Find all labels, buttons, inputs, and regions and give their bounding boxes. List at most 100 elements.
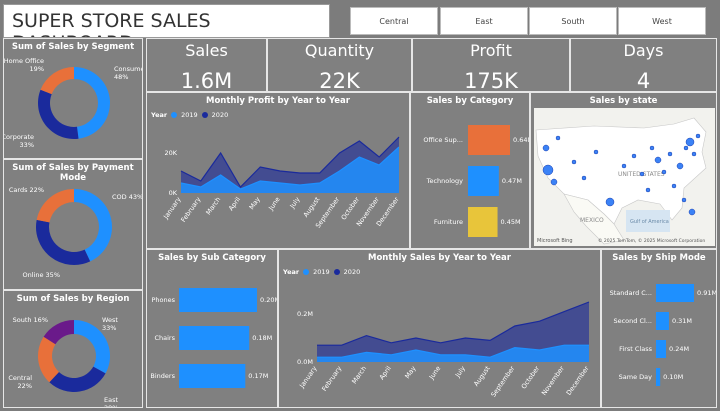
legend-dot-2019 — [303, 269, 310, 275]
donut-slice-corporate[interactable] — [38, 89, 79, 139]
region-donut-chart[interactable]: West 33% East 29% Central 22% South 16% — [4, 302, 143, 408]
bar[interactable] — [468, 125, 510, 155]
bar[interactable] — [468, 207, 498, 237]
state-bubble[interactable] — [691, 151, 697, 157]
panel-title: Sales by Category — [426, 96, 514, 106]
state-bubble[interactable] — [661, 169, 667, 175]
bar[interactable] — [656, 368, 661, 386]
donut-label: Online 35% — [23, 271, 60, 279]
region-button-east[interactable]: East — [440, 7, 528, 35]
donut-slice-consumer[interactable] — [74, 67, 110, 139]
donut-label: COD 43% — [112, 193, 143, 201]
state-bubble[interactable] — [581, 175, 587, 181]
bing-logo-text: Microsoft Bing — [537, 238, 573, 244]
state-bubble[interactable] — [631, 153, 637, 159]
state-bubble[interactable] — [695, 133, 701, 139]
legend-title: Year — [151, 111, 168, 119]
bar-value-label: 0.18M — [252, 334, 272, 342]
profit-legend: Year 2019 2020 — [151, 111, 228, 119]
x-tick-label: April — [227, 195, 242, 212]
segment-donut-chart[interactable]: Consumer 48% Corporate 33% Home Office 19% — [4, 51, 143, 159]
shipmode-bar-chart[interactable]: Standard C... 0.91M Second Cl... 0.31M First… — [602, 264, 716, 408]
x-tick-label: November — [540, 364, 566, 397]
donut-label: Central 22% — [8, 374, 32, 390]
kpi-profit: Profit 175K — [412, 38, 570, 92]
state-bubble[interactable] — [605, 197, 615, 207]
map-panel: Sales by state UNITED STATES MEXICO Gulf… — [530, 92, 717, 249]
x-tick-label: July — [288, 195, 302, 210]
bar[interactable] — [656, 340, 667, 358]
state-bubble[interactable] — [681, 197, 687, 203]
payment-donut-chart[interactable]: COD 43% Online 35% Cards 22% — [4, 172, 143, 290]
payment-donut-panel: Sum of Sales by Payment Mode COD 43% Onli… — [3, 159, 143, 290]
state-bubble[interactable] — [550, 178, 558, 186]
kpi-quantity: Quantity 22K — [267, 38, 412, 92]
state-bubble[interactable] — [645, 187, 651, 193]
bar[interactable] — [656, 312, 669, 330]
legend-label-2019: 2019 — [181, 111, 198, 119]
state-bubble[interactable] — [667, 151, 673, 157]
state-bubble[interactable] — [649, 145, 655, 151]
panel-title: Sales by state — [589, 96, 658, 106]
state-bubble[interactable] — [639, 171, 645, 177]
donut-label: Cards 22% — [9, 186, 44, 194]
x-tick-label: February — [179, 195, 202, 223]
kpi-days: Days 4 — [570, 38, 717, 92]
bar[interactable] — [179, 288, 257, 312]
donut-slice-cod[interactable] — [74, 189, 112, 262]
state-bubble[interactable] — [593, 149, 599, 155]
bar[interactable] — [656, 284, 694, 302]
bar-category-label: Same Day — [619, 373, 652, 381]
state-bubble[interactable] — [688, 208, 696, 216]
state-bubble[interactable] — [676, 162, 684, 170]
donut-label: South 16% — [13, 316, 48, 324]
state-bubble[interactable] — [683, 145, 689, 151]
bar-category-label: Standard C... — [610, 289, 652, 297]
category-bar-chart[interactable]: Office Sup... 0.64M Technology 0.47M Furnitu… — [411, 107, 529, 247]
region-donut-panel: Sum of Sales by Region West 33% East 29% Cen… — [3, 290, 143, 408]
bar[interactable] — [468, 166, 499, 196]
profit-area-chart[interactable]: 20K0KJanuaryFebruary March April May June Jul… — [147, 123, 409, 248]
map-credit: © 2025 TomTom, © 2025 Microsoft Corporat… — [598, 237, 705, 244]
sales-by-state-map[interactable]: UNITED STATES MEXICO Gulf of America Mic… — [534, 108, 715, 246]
kpi-label: Quantity — [304, 41, 375, 60]
bar-value-label: 0.31M — [672, 317, 692, 325]
state-bubble[interactable] — [654, 156, 662, 164]
bar[interactable] — [179, 364, 246, 388]
region-button-south[interactable]: South — [529, 7, 617, 35]
legend-label-2019: 2019 — [313, 268, 330, 276]
region-button-west[interactable]: West — [618, 7, 706, 35]
donut-label: East 29% — [104, 396, 118, 408]
map-label-gulf: Gulf of America — [630, 219, 669, 225]
panel-title: Sales by Sub Category — [158, 253, 266, 263]
x-tick-label: May — [248, 195, 262, 211]
donut-slice-home-office[interactable] — [40, 67, 74, 95]
sales-area-chart[interactable]: 0.2M 0.0MJanuary February March April May June… — [279, 280, 600, 408]
state-bubble[interactable] — [621, 163, 627, 169]
dashboard-title: SUPER STORE SALES DASHBOARD — [12, 10, 211, 37]
state-bubble[interactable] — [542, 144, 550, 152]
bar[interactable] — [179, 326, 250, 350]
y-tick-label: 0.2M — [297, 310, 313, 318]
donut-slice-east[interactable] — [49, 366, 106, 392]
legend-dot-2020 — [201, 112, 208, 118]
state-bubble[interactable] — [685, 137, 695, 147]
region-button-central[interactable]: Central — [350, 7, 438, 35]
x-tick-label: May — [403, 364, 417, 380]
kpi-value: 22K — [319, 69, 360, 92]
state-bubble[interactable] — [571, 159, 577, 165]
sales-legend: Year 2019 2020 — [283, 268, 360, 276]
y-tick-label: 20K — [164, 149, 177, 157]
bar-category-label: Chairs — [154, 334, 175, 342]
bar-value-label: 0.47M — [502, 177, 522, 185]
shipmode-chart-panel: Sales by Ship Mode Standard C... 0.91M Sec… — [601, 249, 717, 408]
subcategory-bar-chart[interactable]: Phones 0.20M Chairs 0.18M Binders 0.17M — [147, 264, 277, 408]
state-bubble[interactable] — [555, 135, 561, 141]
donut-slice-online[interactable] — [35, 219, 91, 265]
state-bubble[interactable] — [671, 183, 677, 189]
panel-title: Monthly Profit by Year to Year — [205, 96, 350, 106]
x-tick-label: April — [378, 364, 393, 381]
donut-label: West 33% — [102, 316, 118, 332]
kpi-value: 175K — [464, 69, 518, 92]
state-bubble[interactable] — [542, 164, 554, 176]
